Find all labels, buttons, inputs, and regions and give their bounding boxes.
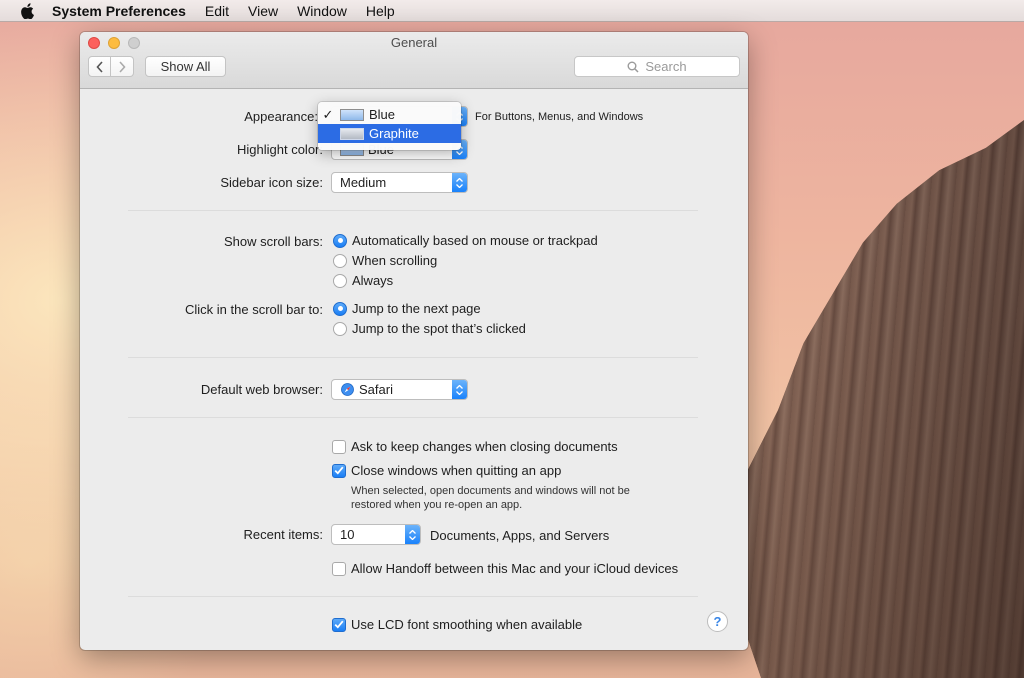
menu-item-label: Graphite: [369, 126, 419, 141]
popup-arrows-icon: [452, 380, 467, 399]
radio-label: Always: [352, 273, 394, 288]
radio-jump-to-spot[interactable]: Jump to the spot that’s clicked: [333, 321, 526, 336]
lcd-smoothing-checkbox-row[interactable]: Use LCD font smoothing when available: [332, 617, 582, 632]
checkmark-icon: ✓: [322, 106, 334, 122]
default-browser-value: Safari: [359, 382, 393, 397]
menu-item-label: Blue: [369, 107, 396, 122]
recent-items-popup[interactable]: 10: [331, 524, 421, 545]
radio-button[interactable]: [333, 253, 347, 268]
checkbox-label: Close windows when quitting an app: [351, 463, 562, 478]
radio-label: When scrolling: [352, 253, 438, 268]
search-input[interactable]: Search: [574, 56, 740, 77]
chevron-left-icon: [95, 60, 103, 73]
nav-buttons: [88, 56, 134, 77]
menu-help[interactable]: Help: [366, 3, 395, 19]
safari-icon: [341, 383, 354, 396]
checkbox[interactable]: [332, 439, 346, 454]
click-scroll-bar-label: Click in the scroll bar to:: [185, 302, 323, 317]
forward-button[interactable]: [111, 56, 134, 77]
help-button[interactable]: ?: [707, 611, 728, 632]
radio-button[interactable]: [333, 273, 347, 288]
graphite-swatch: [340, 127, 364, 140]
recent-items-suffix: Documents, Apps, and Servers: [430, 528, 610, 543]
sidebar-icon-size-label: Sidebar icon size:: [220, 175, 323, 190]
menu-window[interactable]: Window: [297, 3, 347, 19]
sidebar-icon-size-popup[interactable]: Medium: [331, 172, 468, 193]
show-all-button[interactable]: Show All: [145, 56, 226, 77]
radio-button[interactable]: [333, 233, 347, 248]
search-icon: [627, 61, 639, 73]
default-browser-label: Default web browser:: [200, 382, 323, 397]
menu-item-blue[interactable]: ✓ Blue: [318, 105, 461, 124]
checkbox[interactable]: [332, 617, 346, 632]
blue-swatch: [340, 108, 364, 121]
checkbox-label: Use LCD font smoothing when available: [351, 617, 583, 632]
checkmark-icon: [334, 620, 344, 629]
ask-keep-changes-checkbox-row[interactable]: Ask to keep changes when closing documen…: [332, 439, 618, 454]
window-title: General: [390, 35, 438, 50]
checkbox-label: Ask to keep changes when closing documen…: [351, 439, 618, 454]
menu-view[interactable]: View: [248, 3, 278, 19]
menu-item-graphite[interactable]: Graphite: [318, 124, 461, 143]
apple-icon[interactable]: [18, 2, 36, 20]
checkbox[interactable]: [332, 463, 346, 478]
radio-button[interactable]: [333, 301, 347, 316]
show-scroll-bars-label: Show scroll bars:: [224, 234, 323, 249]
separator: [128, 596, 698, 597]
popup-arrows-icon: [405, 525, 420, 544]
checkmark-icon: [334, 466, 344, 475]
title-bar: General Show All Search: [80, 32, 748, 89]
chevron-right-icon: [119, 60, 126, 73]
popup-arrows-icon: [452, 173, 467, 192]
menu-bar: System Preferences Edit View Window Help: [0, 0, 1024, 22]
radio-button[interactable]: [333, 321, 347, 336]
highlight-color-label: Highlight color:: [237, 142, 323, 157]
default-browser-popup[interactable]: Safari: [331, 379, 468, 400]
back-button[interactable]: [88, 56, 111, 77]
appearance-label: Appearance:: [244, 109, 318, 124]
separator: [128, 417, 698, 418]
general-preferences-window: General Show All Search Appearance: For …: [80, 32, 748, 650]
appearance-note: For Buttons, Menus, and Windows: [475, 111, 644, 123]
radio-jump-next-page[interactable]: Jump to the next page: [333, 301, 481, 316]
close-windows-note-line2: restored when you re-open an app.: [351, 499, 523, 511]
preferences-content: Appearance: For Buttons, Menus, and Wind…: [80, 89, 748, 650]
radio-scroll-always[interactable]: Always: [333, 273, 393, 288]
radio-label: Jump to the next page: [352, 301, 481, 316]
recent-items-label: Recent items:: [243, 527, 323, 542]
menu-edit[interactable]: Edit: [205, 3, 229, 19]
close-windows-note-line1: When selected, open documents and window…: [351, 485, 630, 497]
radio-scroll-auto[interactable]: Automatically based on mouse or trackpad: [333, 233, 598, 248]
search-placeholder: Search: [645, 59, 687, 74]
appearance-dropdown-menu: ✓ Blue Graphite: [318, 102, 461, 150]
recent-items-value: 10: [340, 527, 355, 542]
checkbox[interactable]: [332, 561, 346, 576]
separator: [128, 357, 698, 358]
radio-label: Jump to the spot that’s clicked: [352, 321, 526, 336]
close-windows-checkbox-row[interactable]: Close windows when quitting an app: [332, 463, 561, 478]
menu-app-name[interactable]: System Preferences: [52, 3, 186, 19]
radio-scroll-when-scrolling[interactable]: When scrolling: [333, 253, 437, 268]
checkbox-label: Allow Handoff between this Mac and your …: [351, 561, 679, 576]
separator: [128, 210, 698, 211]
handoff-checkbox-row[interactable]: Allow Handoff between this Mac and your …: [332, 561, 678, 576]
radio-label: Automatically based on mouse or trackpad: [352, 233, 598, 248]
sidebar-icon-size-value: Medium: [340, 175, 387, 190]
